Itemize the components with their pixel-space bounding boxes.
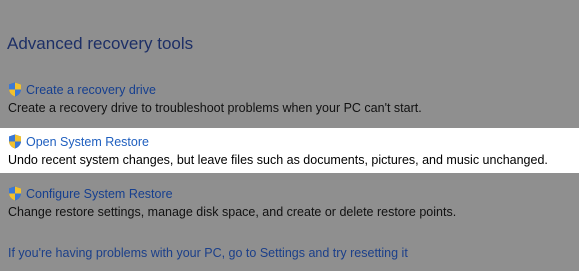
create-recovery-drive-label: Create a recovery drive (26, 82, 156, 97)
section-title: Advanced recovery tools (7, 34, 194, 53)
reset-pc-settings-link[interactable]: If you're having problems with your PC, … (8, 246, 408, 260)
configure-system-restore-description: Change restore settings, manage disk spa… (8, 205, 457, 219)
tool-open-system-restore: Open System Restore Undo recent system c… (0, 128, 579, 173)
tool-configure-system-restore: Configure System Restore Change restore … (0, 183, 579, 223)
create-recovery-drive-link[interactable]: Create a recovery drive (8, 82, 156, 97)
configure-system-restore-link[interactable]: Configure System Restore (8, 186, 173, 201)
shield-icon (9, 134, 21, 149)
shield-icon (9, 186, 21, 201)
open-system-restore-label: Open System Restore (26, 134, 149, 149)
open-system-restore-link[interactable]: Open System Restore (8, 134, 149, 149)
configure-system-restore-label: Configure System Restore (26, 186, 173, 201)
tool-create-recovery-drive: Create a recovery drive Create a recover… (0, 80, 579, 120)
advanced-recovery-panel: Advanced recovery tools Create a recover… (0, 0, 579, 271)
open-system-restore-description: Undo recent system changes, but leave fi… (8, 153, 548, 167)
create-recovery-drive-description: Create a recovery drive to troubleshoot … (8, 101, 422, 115)
shield-icon (9, 82, 21, 97)
